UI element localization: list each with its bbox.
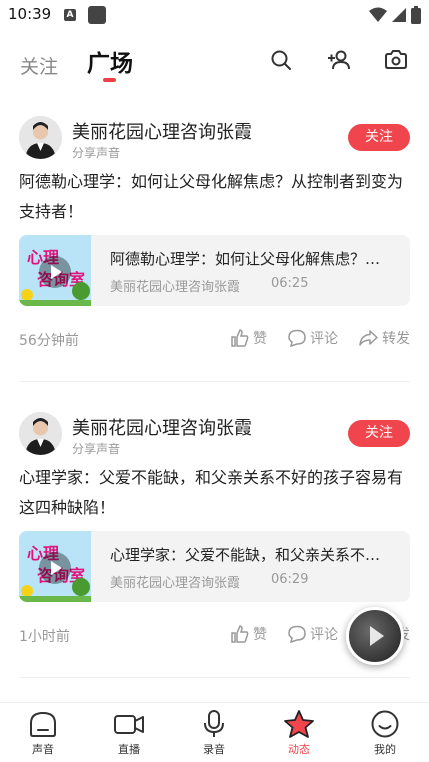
thumbs-up-icon xyxy=(231,329,249,347)
avatar[interactable] xyxy=(19,412,62,455)
add-friend-icon[interactable] xyxy=(327,48,351,72)
share-button[interactable]: 转发 xyxy=(359,328,410,348)
tab-square[interactable]: 广场 xyxy=(87,44,133,78)
post-text[interactable]: 阿德勒心理学：如何让父母化解焦虑？从控制者到变为支持者！ xyxy=(19,167,414,227)
share-icon xyxy=(359,330,378,346)
play-icon[interactable] xyxy=(39,552,71,584)
status-time: 10:39 xyxy=(8,5,52,23)
floating-player-button[interactable] xyxy=(346,607,404,665)
nav-item-sound[interactable]: 声音 xyxy=(13,707,73,762)
avatar[interactable] xyxy=(19,116,62,159)
audio-thumbnail: 心理 咨询室 xyxy=(19,235,91,306)
sound-icon xyxy=(30,711,56,737)
audio-card[interactable]: 心理咨询室 阿德勒心理学：如何让父母化解焦虑？从控制者到变为支持者！ 美丽花园心… xyxy=(19,235,410,306)
author-name[interactable]: 美丽花园心理咨询张霞 xyxy=(72,414,252,440)
active-tab-indicator xyxy=(103,78,116,82)
audio-title: 阿德勒心理学：如何让父母化解焦虑？从控制者到变为支持者！ xyxy=(110,250,394,268)
post-divider xyxy=(19,677,410,678)
nav-label-me: 我的 xyxy=(374,743,396,756)
post-text[interactable]: 心理学家：父爱不能缺，和父亲关系不好的孩子容易有这四种缺陷！ xyxy=(19,463,414,523)
follow-button[interactable]: 关注 xyxy=(348,124,410,151)
status-indicators xyxy=(369,6,421,24)
notification-a-icon: A xyxy=(64,9,76,21)
nav-item-me[interactable]: 我的 xyxy=(355,707,415,762)
camera-icon[interactable] xyxy=(384,48,408,72)
like-label: 赞 xyxy=(253,627,267,643)
audio-card[interactable]: 心理咨询室 心理学家：父爱不能缺，和父亲关系不好的孩子容易有这四种缺陷！ 美丽花… xyxy=(19,531,410,602)
comment-button[interactable]: 评论 xyxy=(288,624,338,644)
nav-item-record[interactable]: 录音 xyxy=(184,707,244,762)
top-header: 关注 广场 xyxy=(0,40,429,84)
comment-label: 评论 xyxy=(310,331,338,347)
nav-label-live: 直播 xyxy=(118,743,140,756)
comment-icon xyxy=(288,329,306,347)
post-timestamp: 1小时前 xyxy=(19,629,70,645)
share-label: 转发 xyxy=(382,331,410,347)
live-camera-icon xyxy=(114,715,144,734)
tab-follow[interactable]: 关注 xyxy=(20,52,58,79)
author-name[interactable]: 美丽花园心理咨询张霞 xyxy=(72,118,252,144)
bottom-nav: 声音 直播 录音 动态 我的 xyxy=(0,702,429,762)
post-type-label: 分享声音 xyxy=(72,442,121,456)
comment-icon xyxy=(288,625,306,643)
battery-icon xyxy=(411,6,421,24)
audio-thumbnail: 心理 咨询室 xyxy=(19,531,91,602)
audio-author: 美丽花园心理咨询张霞 xyxy=(110,576,241,591)
star-icon xyxy=(284,710,314,738)
post-divider xyxy=(19,381,410,382)
notification-square-icon xyxy=(88,6,106,24)
comment-button[interactable]: 评论 xyxy=(288,328,338,348)
nav-item-live[interactable]: 直播 xyxy=(99,707,159,762)
microphone-icon xyxy=(204,710,224,737)
profile-icon xyxy=(371,710,399,738)
audio-title: 心理学家：父爱不能缺，和父亲关系不好的孩子容易有这四种缺陷！ xyxy=(110,546,394,564)
search-icon[interactable] xyxy=(269,48,293,72)
like-label: 赞 xyxy=(253,331,267,347)
post-timestamp: 56分钟前 xyxy=(19,333,79,349)
comment-label: 评论 xyxy=(310,627,338,643)
audio-duration: 06:25 xyxy=(271,276,309,291)
nav-label-sound: 声音 xyxy=(32,743,54,756)
status-bar: 10:39 A xyxy=(0,0,429,30)
post-type-label: 分享声音 xyxy=(72,146,121,160)
like-button[interactable]: 赞 xyxy=(231,624,267,644)
play-icon[interactable] xyxy=(39,256,71,288)
signal-icon xyxy=(392,8,406,22)
audio-author: 美丽花园心理咨询张霞 xyxy=(110,280,241,295)
thumbs-up-icon xyxy=(231,625,249,643)
wifi-icon xyxy=(369,7,387,22)
nav-label-feed: 动态 xyxy=(288,743,310,756)
nav-label-record: 录音 xyxy=(203,743,225,756)
audio-duration: 06:29 xyxy=(271,572,309,587)
nav-item-feed[interactable]: 动态 xyxy=(269,707,329,762)
like-button[interactable]: 赞 xyxy=(231,328,267,348)
follow-button[interactable]: 关注 xyxy=(348,420,410,447)
